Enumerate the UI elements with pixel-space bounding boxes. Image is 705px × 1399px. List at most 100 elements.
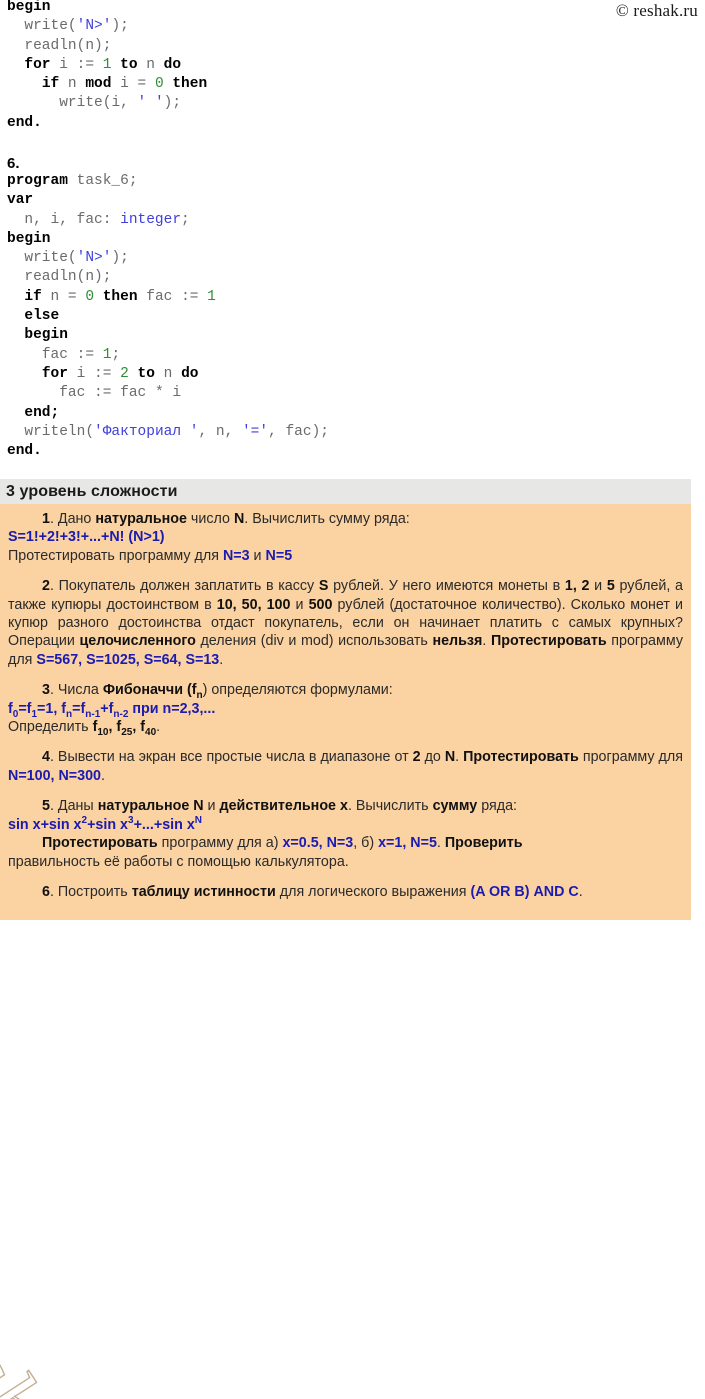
task-2-text-e: и	[290, 596, 309, 613]
task-1-num: 1	[42, 511, 50, 527]
task-3-text-determine: Определить	[8, 719, 93, 736]
task-3-when: при n=2,3,...	[128, 700, 216, 717]
task-3-num: 3	[42, 682, 50, 699]
task-5-text-d: ряда:	[477, 798, 517, 815]
task-4-values: N=100, N=300	[8, 767, 101, 784]
task-1-and: и	[249, 547, 266, 564]
task-5-bold-check: Проверить	[444, 835, 523, 852]
task-5-bold-natural-N: натуральное N	[97, 798, 204, 815]
task-item-2: 2. Покупатель должен заплатить в кассу S…	[8, 577, 683, 669]
task-2-coins: 1, 2	[564, 578, 590, 595]
watermark-big-text: reshak.ru ©	[0, 1259, 240, 1399]
task-5-value-a: x=0.5, N=3	[282, 835, 354, 852]
task-3-f25-sub: 25	[121, 726, 133, 738]
task-5-text-b: и	[203, 798, 220, 815]
task-2-text-g: деления (div и mod) использовать	[195, 633, 433, 650]
task-item-1: 1. Дано натуральное число N. Вычислить с…	[8, 510, 683, 565]
task-1-value-n5: N=5	[265, 547, 293, 564]
task-2-text-a: . Покупатель должен заплатить в кассу	[49, 578, 319, 595]
task-5-bold-real-x: действительное x	[219, 798, 348, 815]
task-3-plus-f: +f	[100, 700, 114, 717]
task-5-text-a: . Даны	[49, 798, 98, 815]
task-5-sup-N: N	[194, 814, 203, 826]
code-block-task-5: begin write('N>'); readln(n); for i := 1…	[7, 0, 208, 131]
task-3-text-b: (f	[183, 682, 197, 699]
task-4-text-a: . Вывести на экран все простые числа в д…	[49, 749, 413, 766]
task-1-formula: S=1!+2!+3!+...+N! (N>1)	[8, 529, 165, 546]
task-2-text-c: и	[589, 578, 607, 595]
task-item-3: 3. Числа Фибоначчи (fn) определяются фор…	[8, 681, 683, 738]
task-5-bold-sum: сумму	[432, 798, 478, 815]
task-2-bold-forbidden: нельзя	[432, 633, 483, 650]
task-3-eq-1-f: =1, f	[37, 700, 67, 717]
task-6-bold-truth-table: таблицу истинности	[131, 883, 276, 900]
task-1-text-c: число	[186, 511, 234, 527]
task-3-eq-f2: =f	[72, 700, 86, 717]
task-5-formula-b: +sin x	[87, 816, 129, 833]
task-5-bold-test: Протестировать	[42, 835, 158, 852]
task-2-num: 2	[42, 578, 50, 595]
task-5-formula-a: sin x+sin x	[8, 816, 82, 833]
task-6-num: 6	[42, 883, 50, 900]
task-5-text-c: . Вычислить	[347, 798, 433, 815]
task-3-eq-f: =f	[18, 700, 32, 717]
watermark-corner: © reshak.ru	[615, 1, 698, 20]
task-2-values: S=567, S=1025, S=64, S=13	[36, 651, 220, 668]
difficulty-level-3-panel: 3 уровень сложности reshak.ru © 1. Дано …	[0, 479, 691, 1399]
panel-header-title: 3 уровень сложности	[6, 482, 178, 500]
task-2-text-j: .	[219, 651, 224, 668]
code-block-task-6: program task_6; var n, i, fac: integer; …	[7, 173, 329, 460]
task-5-value-b: x=1, N=5	[378, 835, 437, 852]
task-2-text-h: .	[482, 633, 491, 650]
task-4-bold-test: Протестировать	[463, 749, 579, 766]
task-4-bold-2: 2	[412, 749, 421, 766]
task-2-bold-S: S	[318, 578, 329, 595]
task-item-5: 5. Даны натуральное N и действительное x…	[8, 797, 683, 871]
task-5-text-b2: , б)	[353, 835, 379, 852]
task-item-4: 4. Вывести на экран все простые числа в …	[8, 748, 683, 785]
task-3-text-c: ) определяются формулами:	[202, 682, 393, 699]
task-3-f40: , f	[132, 719, 146, 736]
task-6-text-a: . Построить	[49, 883, 132, 900]
task-5-formula: sin x+sin x2+sin x3+...+sin xN	[8, 814, 683, 834]
task-4-text-c: .	[455, 749, 464, 766]
task-2-bold-test: Протестировать	[490, 633, 607, 650]
task-6-text-b: для логического выражения	[275, 883, 471, 900]
task-2-bold-integer: целочисленного	[79, 633, 196, 650]
task-2-coin-5: 5	[606, 578, 615, 595]
task-3-formula: f0=f1=1, fn=fn-1+fn-2 при n=2,3,...	[8, 700, 683, 719]
task-3-f10-sub: 10	[97, 726, 109, 738]
task-3-bold-fibonacci: Фибоначчи	[102, 682, 184, 699]
watermark-big: reshak.ru ©	[0, 1139, 434, 1399]
task-5-test-line: Протестировать программу для а) x=0.5, N…	[8, 834, 683, 852]
task-2-text-b: рублей. У него имеются монеты в	[328, 578, 565, 595]
task-1-bold-natural: натуральное	[95, 511, 187, 527]
task-4-bold-N: N	[444, 749, 456, 766]
task-4-text-d: программу для	[578, 749, 683, 766]
task-6-text-c: .	[578, 883, 583, 900]
task-3-dot: .	[156, 719, 161, 736]
task-2-bills: 10, 50, 100	[216, 596, 291, 613]
task-5-formula-c: +...+sin x	[133, 816, 195, 833]
task-5-text-c2: .	[436, 835, 445, 852]
task-2-bill-500: 500	[308, 596, 333, 613]
task-3-f40-sub: 40	[145, 726, 157, 738]
task-1-bold-N: N	[233, 511, 245, 527]
task-3-f25: , f	[108, 719, 122, 736]
task-3-determine: Определить f10, f25, f40.	[8, 718, 683, 738]
task-5-num: 5	[42, 798, 50, 815]
task-1-test-text: Протестировать программу для	[8, 547, 223, 564]
task-1-value-n3: N=3	[222, 547, 250, 564]
panel-body: 1. Дано натуральное число N. Вычислить с…	[0, 504, 691, 901]
task-6-expression: (A OR B) AND C	[470, 883, 579, 900]
task-item-6: 6. Построить таблицу истинности для логи…	[8, 883, 683, 901]
task-5-line4: правильность её работы с помощью калькул…	[8, 853, 349, 870]
task-4-num: 4	[42, 749, 50, 766]
task-1-text-e: . Вычислить сумму ряда:	[244, 511, 410, 527]
task-1-text-a: . Дано	[49, 511, 96, 527]
task-4-text-e: .	[101, 767, 105, 784]
task-5-text-for-a: программу для а)	[157, 835, 283, 852]
task-6-number: 6.	[7, 155, 20, 172]
task-3-text-a: . Числа	[49, 682, 103, 699]
task-4-text-b: до	[420, 749, 445, 766]
